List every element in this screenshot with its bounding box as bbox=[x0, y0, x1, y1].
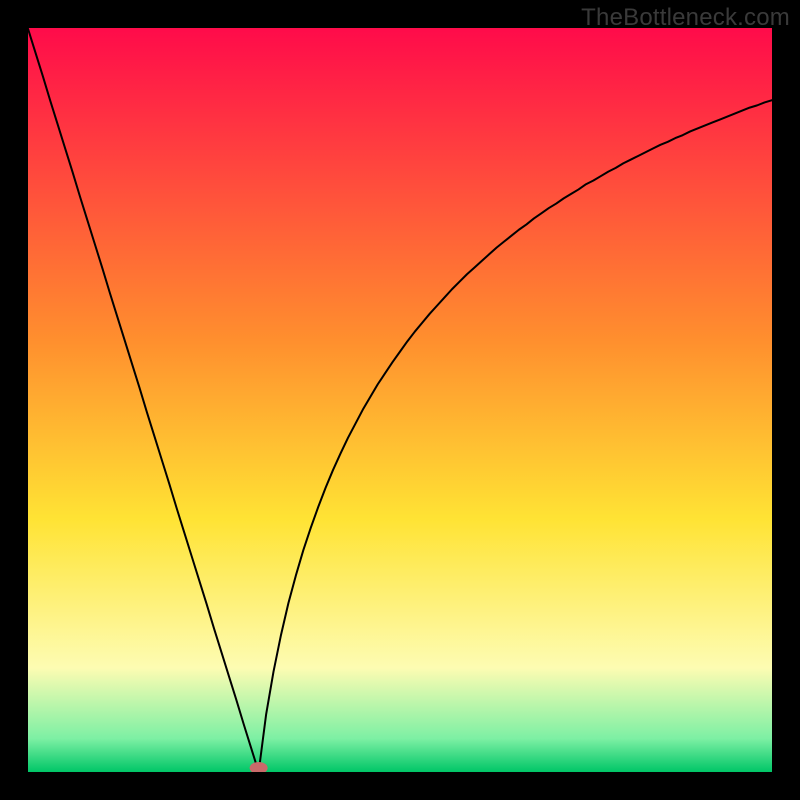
gradient-background bbox=[28, 28, 772, 772]
bottleneck-chart bbox=[28, 28, 772, 772]
chart-container: TheBottleneck.com bbox=[0, 0, 800, 800]
